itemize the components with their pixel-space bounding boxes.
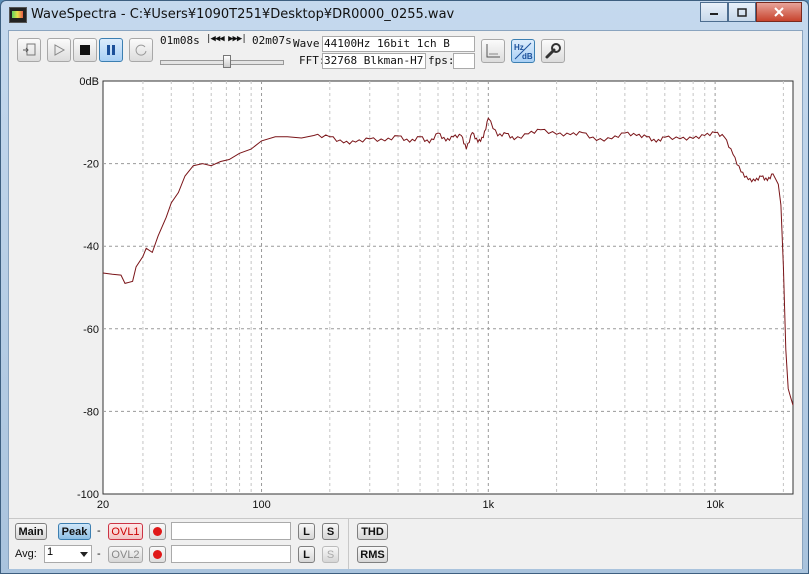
stop-icon xyxy=(80,45,90,55)
wave-info-value: 44100Hz 16bit 1ch B xyxy=(324,37,450,50)
scale-settings-button[interactable] xyxy=(481,39,505,63)
hz-db-button[interactable]: Hz dB xyxy=(511,39,535,63)
settings-button[interactable] xyxy=(541,39,565,63)
seek-slider-track[interactable] xyxy=(160,60,284,65)
x-tick-label: 20 xyxy=(97,499,109,511)
open-file-button[interactable] xyxy=(17,38,41,62)
ovl1-l-button[interactable]: L xyxy=(298,523,315,540)
app-window: WaveSpectra - C:¥Users¥1090T251¥Desktop¥… xyxy=(0,0,809,574)
x-tick-label: 100 xyxy=(252,499,270,511)
main-button[interactable]: Main xyxy=(15,523,47,540)
separator-dash-2: - xyxy=(97,548,101,560)
y-tick-label: -60 xyxy=(83,324,99,336)
ovl1-record-button[interactable] xyxy=(149,523,166,540)
y-tick-label: -40 xyxy=(83,241,99,253)
spectrum-plot-area[interactable]: 0dB -20 -40 -60 -80 -100 20 100 1k 10k xyxy=(9,72,802,515)
wrench-icon xyxy=(545,43,561,59)
ovl2-record-button[interactable] xyxy=(149,546,166,563)
wave-info-field: 44100Hz 16bit 1ch B xyxy=(322,36,475,52)
play-icon xyxy=(54,44,66,56)
title-bar[interactable]: WaveSpectra - C:¥Users¥1090T251¥Desktop¥… xyxy=(1,1,808,29)
open-file-icon xyxy=(23,43,36,56)
plot-background xyxy=(102,80,794,495)
minimize-button[interactable] xyxy=(700,2,728,22)
ovl2-file-field[interactable] xyxy=(171,545,291,563)
x-axis-labels: 20 100 1k 10k xyxy=(97,499,725,511)
x-tick-label: 1k xyxy=(483,499,495,511)
repeat-button[interactable] xyxy=(129,38,153,62)
ovl1-button[interactable]: OVL1 xyxy=(108,523,143,540)
x-tick-label: 10k xyxy=(706,499,724,511)
hz-db-icon: Hz dB xyxy=(514,42,533,61)
fps-label: fps: xyxy=(428,54,455,67)
ovl1-file-field[interactable] xyxy=(171,522,291,540)
client-area: 01m08s |◀◀◀ ▶▶▶| 02m07s Wave: 44100Hz 16… xyxy=(8,30,803,569)
avg-label: Avg: xyxy=(15,548,37,560)
rms-button[interactable]: RMS xyxy=(357,546,388,563)
seek-slider-thumb[interactable] xyxy=(223,55,231,68)
elapsed-time: 01m08s xyxy=(160,34,200,47)
db-label: dB xyxy=(522,52,533,61)
app-icon[interactable] xyxy=(9,7,27,23)
bottom-panel: Main Peak - OVL1 L S Avg: 1 - OVL2 L S T… xyxy=(9,518,802,569)
pause-icon xyxy=(107,45,115,55)
separator-dash-1: - xyxy=(97,525,101,537)
record-icon xyxy=(153,527,162,536)
ovl2-s-button[interactable]: S xyxy=(322,546,339,563)
window-controls xyxy=(700,2,802,22)
pause-button[interactable] xyxy=(99,38,123,62)
fps-field xyxy=(453,53,475,69)
stop-button[interactable] xyxy=(73,38,97,62)
seek-controls[interactable]: |◀◀◀ ▶▶▶| xyxy=(206,34,247,44)
y-axis-labels: 0dB -20 -40 -60 -80 -100 xyxy=(77,76,99,501)
y-tick-label: -80 xyxy=(83,406,99,418)
avg-value: 1 xyxy=(47,546,54,558)
total-time: 02m07s xyxy=(252,34,292,47)
hz-label: Hz xyxy=(514,43,524,52)
close-icon xyxy=(774,7,784,17)
maximize-button[interactable] xyxy=(728,2,756,22)
panel-divider xyxy=(348,519,349,569)
avg-select[interactable]: 1 xyxy=(44,545,92,563)
ovl2-button[interactable]: OVL2 xyxy=(108,546,143,563)
ovl2-l-button[interactable]: L xyxy=(298,546,315,563)
fft-info-field[interactable]: 32768 Blkman-H7 xyxy=(322,53,426,69)
window-title: WaveSpectra - C:¥Users¥1090T251¥Desktop¥… xyxy=(31,7,455,22)
spectrum-chart[interactable]: 0dB -20 -40 -60 -80 -100 20 100 1k 10k xyxy=(9,72,802,515)
peak-button[interactable]: Peak xyxy=(58,523,91,540)
repeat-icon xyxy=(135,44,147,56)
axis-scale-icon xyxy=(486,44,500,58)
chevron-down-icon xyxy=(80,552,88,557)
toolbar: 01m08s |◀◀◀ ▶▶▶| 02m07s Wave: 44100Hz 16… xyxy=(9,31,802,71)
close-button[interactable] xyxy=(756,2,802,22)
y-tick-label: -20 xyxy=(83,159,99,171)
y-tick-label: 0dB xyxy=(79,76,99,88)
fft-info-value: 32768 Blkman-H7 xyxy=(324,54,424,67)
minimize-icon xyxy=(710,13,718,15)
thd-button[interactable]: THD xyxy=(357,523,388,540)
record-icon xyxy=(153,550,162,559)
ovl1-s-button[interactable]: S xyxy=(322,523,339,540)
maximize-icon xyxy=(737,7,747,17)
play-button[interactable] xyxy=(47,38,71,62)
y-tick-label: -100 xyxy=(77,489,99,501)
